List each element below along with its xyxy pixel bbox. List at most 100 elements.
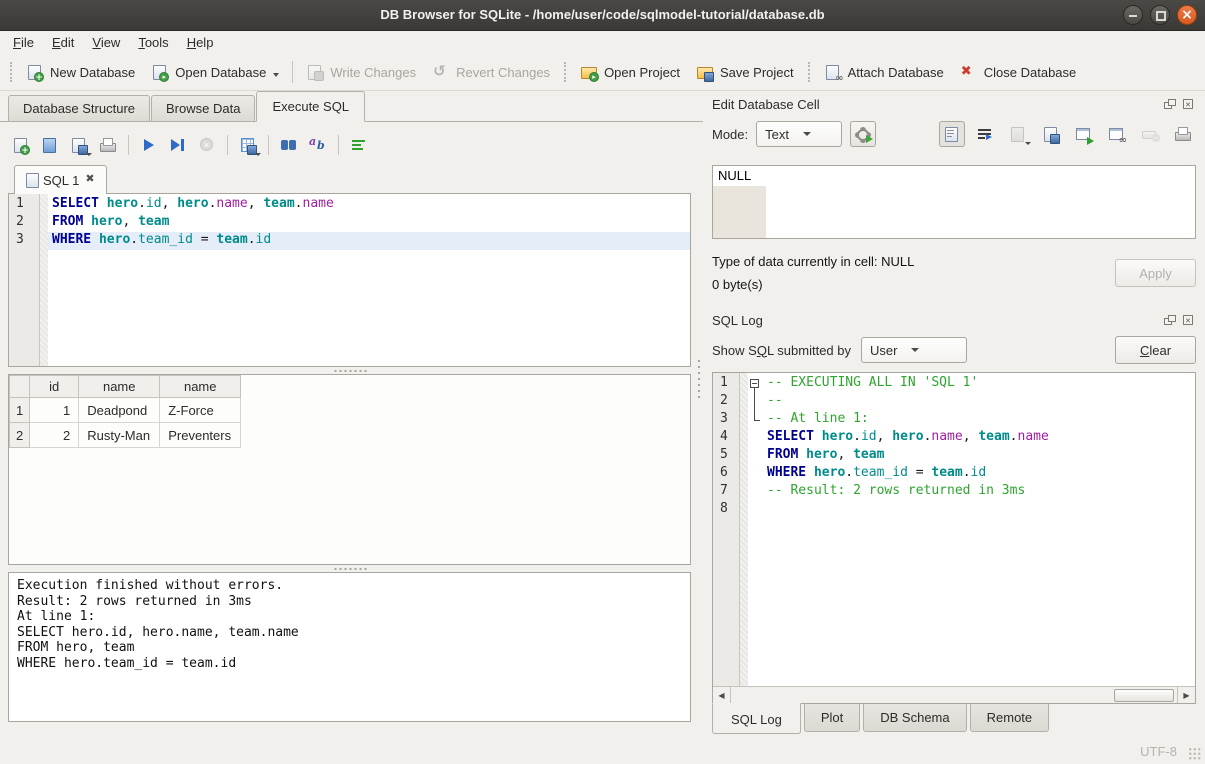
sql-log-view[interactable]: 1-- EXECUTING ALL IN 'SQL 1'2--3-- At li… [713, 373, 1195, 686]
tab-database-structure[interactable]: Database Structure [8, 95, 150, 121]
set-null-button[interactable] [1137, 121, 1163, 147]
find-replace-button[interactable] [305, 132, 331, 158]
button-label: Attach Database [848, 65, 944, 80]
scroll-left-icon[interactable]: ◀ [713, 687, 731, 703]
table-corner[interactable] [10, 376, 30, 398]
save-results-button[interactable] [235, 132, 261, 158]
panel-splitter[interactable] [695, 358, 703, 400]
column-header[interactable]: id [30, 376, 79, 398]
close-database-button[interactable]: Close Database [952, 59, 1085, 85]
maximize-button[interactable] [1150, 5, 1170, 25]
open-sql-file-button[interactable] [37, 132, 63, 158]
link-window-icon [1108, 126, 1126, 142]
main-tab-bar: Database StructureBrowse DataExecute SQL [0, 90, 703, 122]
fold-corner-icon [748, 411, 763, 429]
toolbar-handle[interactable] [564, 62, 566, 82]
save-file-button[interactable] [1038, 121, 1064, 147]
save-project-button[interactable]: Save Project [688, 59, 802, 85]
float-dock-button[interactable] [1163, 98, 1177, 111]
message-line: WHERE hero.team_id = team.id [17, 656, 682, 672]
cell[interactable]: Preventers [160, 423, 241, 448]
splitter-handle[interactable] [8, 565, 691, 572]
minimize-button[interactable] [1123, 5, 1143, 25]
column-header[interactable]: name [160, 376, 241, 398]
open-project-button[interactable]: Open Project [572, 59, 688, 85]
tab-plot[interactable]: Plot [804, 704, 860, 732]
splitter-handle[interactable] [8, 367, 691, 374]
write-changes-button[interactable]: Write Changes [298, 59, 424, 85]
code-text: -- EXECUTING ALL IN 'SQL 1' [763, 375, 1195, 393]
tab-sql-1[interactable]: SQL 1 [14, 165, 107, 194]
dropdown-caret-icon[interactable] [86, 153, 92, 156]
save-sql-file-button[interactable] [66, 132, 92, 158]
close-dock-button[interactable] [1182, 98, 1196, 111]
line-number: 1 [713, 375, 739, 393]
cell[interactable]: Deadpond [79, 398, 160, 423]
menu-help[interactable]: Help [178, 32, 223, 53]
apply-button[interactable]: Apply [1115, 259, 1196, 287]
export-window-button[interactable] [1071, 121, 1097, 147]
text-mode-button[interactable] [939, 121, 965, 147]
cell[interactable]: 1 [30, 398, 79, 423]
horizontal-scrollbar[interactable]: ◀ ▶ [713, 686, 1195, 703]
print-button[interactable] [95, 132, 121, 158]
cell-value-editor[interactable]: NULL [712, 165, 1196, 239]
close-dock-button[interactable] [1182, 314, 1196, 327]
link-window-button[interactable] [1104, 121, 1130, 147]
attach-database-button[interactable]: Attach Database [816, 59, 952, 85]
resize-grip[interactable] [1188, 747, 1202, 761]
toolbar-separator [227, 135, 228, 155]
close-button[interactable] [1177, 5, 1197, 25]
close-tab-icon[interactable] [84, 172, 97, 188]
tab-browse-data[interactable]: Browse Data [151, 95, 255, 121]
open-database-button[interactable]: Open Database [143, 59, 287, 85]
menu-edit[interactable]: Edit [43, 32, 83, 53]
new-database-button[interactable]: New Database [18, 59, 143, 85]
tab-remote[interactable]: Remote [970, 704, 1050, 732]
clear-log-button[interactable]: Clear [1115, 336, 1196, 364]
dropdown-caret-icon[interactable] [1025, 142, 1031, 145]
scroll-right-icon[interactable]: ▶ [1177, 687, 1195, 703]
fold-column [748, 465, 763, 483]
execute-current-line-button[interactable] [165, 132, 191, 158]
dropdown-caret-icon[interactable] [273, 73, 279, 77]
cell[interactable]: Z-Force [160, 398, 241, 423]
revert-changes-button[interactable]: Revert Changes [424, 59, 558, 85]
open-file-icon [1009, 126, 1027, 142]
revert-changes-icon [432, 64, 450, 80]
mode-label: Mode: [712, 127, 748, 142]
new-sql-tab-button[interactable] [8, 132, 34, 158]
sql-file-icon [24, 172, 38, 188]
float-dock-button[interactable] [1163, 314, 1177, 327]
word-wrap-button[interactable] [972, 121, 998, 147]
apply-format-button[interactable] [850, 121, 876, 147]
fold-margin [739, 411, 748, 429]
find-button[interactable] [276, 132, 302, 158]
menu-file[interactable]: File [4, 32, 43, 53]
format-sql-button[interactable] [346, 132, 372, 158]
dropdown-caret-icon[interactable] [255, 153, 261, 156]
sql-editor[interactable]: 1SELECT hero.id, hero.name, team.name2FR… [8, 193, 691, 367]
tab-sql-log[interactable]: SQL Log [712, 703, 801, 734]
row-number[interactable]: 2 [10, 423, 30, 448]
cell[interactable]: 2 [30, 423, 79, 448]
open-file-button[interactable] [1005, 121, 1031, 147]
tab-execute-sql[interactable]: Execute SQL [256, 91, 365, 122]
scrollbar-thumb[interactable] [1114, 689, 1174, 702]
toolbar-handle[interactable] [808, 62, 810, 82]
column-header[interactable]: name [79, 376, 160, 398]
menu-view[interactable]: View [83, 32, 129, 53]
fold-margin [739, 375, 748, 393]
tab-db-schema[interactable]: DB Schema [863, 704, 966, 732]
stop-button[interactable] [194, 132, 220, 158]
execute-all-button[interactable] [136, 132, 162, 158]
cell[interactable]: Rusty-Man [79, 423, 160, 448]
print-button[interactable] [1170, 121, 1196, 147]
stop-icon [198, 137, 216, 153]
code-text: WHERE hero.team_id = team.id [763, 465, 1195, 483]
toolbar-handle[interactable] [10, 62, 12, 82]
row-number[interactable]: 1 [10, 398, 30, 423]
log-filter-combobox[interactable]: User [861, 337, 967, 363]
menu-tools[interactable]: Tools [129, 32, 177, 53]
mode-combobox[interactable]: Text [756, 121, 842, 147]
